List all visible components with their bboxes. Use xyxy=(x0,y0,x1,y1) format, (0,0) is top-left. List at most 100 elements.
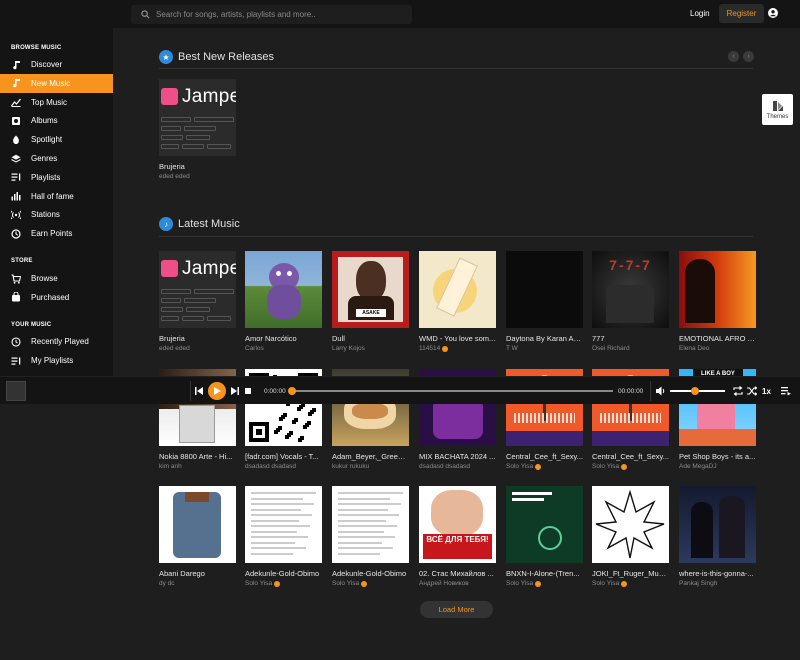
artist-name[interactable]: Solo Yisa xyxy=(506,580,533,588)
sidebar-item-hall-of-fame[interactable]: Hall of fame xyxy=(0,187,113,206)
track-artist[interactable]: dy dc xyxy=(159,580,236,588)
track-title[interactable]: Adam_Beyer,_Green_... xyxy=(332,452,409,461)
playback-rate-button[interactable]: 1x xyxy=(762,387,771,396)
album-art[interactable] xyxy=(679,486,756,563)
sidebar-item-genres[interactable]: Genres xyxy=(0,149,113,168)
track-title[interactable]: Brujeria xyxy=(159,334,236,343)
repeat-icon[interactable] xyxy=(733,386,743,396)
track-artist[interactable]: dsadasd dsadasd xyxy=(245,463,322,471)
user-account-icon[interactable] xyxy=(768,8,778,18)
album-art[interactable] xyxy=(506,486,583,563)
track-artist[interactable]: Ade MegaDJ xyxy=(679,463,756,471)
track-title[interactable]: Central_Cee_ft_Sexy... xyxy=(592,452,669,461)
album-art[interactable] xyxy=(332,486,409,563)
artist-name[interactable]: Elena Deo xyxy=(679,345,709,353)
artist-name[interactable]: dy dc xyxy=(159,580,175,588)
next-icon[interactable] xyxy=(231,387,239,395)
track-title[interactable]: Dull xyxy=(332,334,409,343)
album-art[interactable] xyxy=(506,251,583,328)
music-card[interactable]: Jampea Brujeria eded eded xyxy=(159,251,236,353)
login-link[interactable]: Login xyxy=(690,9,710,18)
track-title[interactable]: where-is-this-gonna-... xyxy=(679,569,756,578)
track-artist[interactable]: eded eded xyxy=(159,345,236,353)
artist-name[interactable]: Solo Yisa xyxy=(592,580,619,588)
music-card[interactable]: JOKI_Ft_Ruger_Mugi... Solo Yisa xyxy=(592,486,669,588)
track-artist[interactable]: Elena Deo xyxy=(679,345,756,353)
sidebar-item-earn-points[interactable]: Earn Points xyxy=(0,224,113,243)
track-artist[interactable]: T W xyxy=(506,345,583,353)
music-card[interactable]: BNXN-I-Alone-(Tren... Solo Yisa xyxy=(506,486,583,588)
music-card[interactable]: 7-7-7 777 Osei Richard xyxy=(592,251,669,353)
album-art[interactable]: Jampea xyxy=(159,79,236,156)
artist-name[interactable]: dsadasd dsadasd xyxy=(419,463,470,471)
artist-name[interactable]: Solo Yisa xyxy=(245,580,272,588)
track-artist[interactable]: Solo Yisa xyxy=(506,463,583,471)
track-artist[interactable]: dsadasd dsadasd xyxy=(419,463,496,471)
track-title[interactable]: Brujeria xyxy=(159,162,236,171)
track-title[interactable]: Pet Shop Boys - its a... xyxy=(679,452,756,461)
artist-name[interactable]: Carlos xyxy=(245,345,264,353)
shuffle-icon[interactable] xyxy=(747,386,757,396)
register-button[interactable]: Register xyxy=(719,4,764,23)
artist-name[interactable]: Solo Yisa xyxy=(592,463,619,471)
artist-name[interactable]: Larry Kojos xyxy=(332,345,365,353)
artist-name[interactable]: kim anh xyxy=(159,463,182,471)
artist-name[interactable]: Андрей Новиков xyxy=(419,580,469,588)
track-title[interactable]: Central_Cee_ft_Sexy... xyxy=(506,452,583,461)
track-artist[interactable]: Osei Richard xyxy=(592,345,669,353)
sidebar-item-spotlight[interactable]: Spotlight xyxy=(0,130,113,149)
track-artist[interactable]: Larry Kojos xyxy=(332,345,409,353)
music-card[interactable]: Abani Darego dy dc xyxy=(159,486,236,588)
album-art[interactable] xyxy=(679,251,756,328)
track-title[interactable]: JOKI_Ft_Ruger_Mugi... xyxy=(592,569,669,578)
carousel-prev-button[interactable]: ‹ xyxy=(728,51,739,62)
sidebar-item-top-music[interactable]: Top Music xyxy=(0,93,113,112)
track-title[interactable]: MIX BACHATA 2024 ... xyxy=(419,452,496,461)
artist-name[interactable]: Ade MegaDJ xyxy=(679,463,717,471)
track-title[interactable]: 777 xyxy=(592,334,669,343)
track-artist[interactable]: Pankaj Singh xyxy=(679,580,756,588)
track-title[interactable]: Adekunle-Gold-Obimo xyxy=(332,569,409,578)
previous-icon[interactable] xyxy=(195,387,203,395)
volume-handle[interactable] xyxy=(690,387,699,395)
track-artist[interactable]: Андрей Новиков xyxy=(419,580,496,588)
sidebar-item-my-playlists[interactable]: My Playlists xyxy=(0,351,113,370)
track-artist[interactable]: kim anh xyxy=(159,463,236,471)
artist-name[interactable]: Pankaj Singh xyxy=(679,580,717,588)
track-title[interactable]: Abani Darego xyxy=(159,569,236,578)
track-title[interactable]: 02. Стас Михайлов ... xyxy=(419,569,496,578)
load-more-button[interactable]: Load More xyxy=(420,601,493,618)
artist-name[interactable]: T W xyxy=(506,345,518,353)
stop-icon[interactable] xyxy=(245,388,251,394)
artist-name[interactable]: eded eded xyxy=(159,345,190,353)
artist-name[interactable]: 114514 xyxy=(419,345,440,353)
music-card[interactable]: where-is-this-gonna-... Pankaj Singh xyxy=(679,486,756,588)
music-card[interactable]: ASAKE Dull Larry Kojos xyxy=(332,251,409,353)
artist-name[interactable]: Osei Richard xyxy=(592,345,630,353)
progress-bar[interactable] xyxy=(292,390,613,392)
track-artist[interactable]: Solo Yisa xyxy=(592,580,669,588)
album-art[interactable]: ВСЁ ДЛЯ ТЕБЯ! xyxy=(419,486,496,563)
sidebar-item-playlists[interactable]: Playlists xyxy=(0,168,113,187)
track-title[interactable]: Nokia 8800 Arte - Hi... xyxy=(159,452,236,461)
artist-name[interactable]: dsadasd dsadasd xyxy=(245,463,296,471)
track-title[interactable]: EMOTIONAL AFRO T... xyxy=(679,334,756,343)
volume-icon[interactable] xyxy=(656,386,666,396)
sidebar-item-new-music[interactable]: New Music xyxy=(0,73,113,93)
play-button[interactable] xyxy=(208,382,226,400)
music-card[interactable]: Adekunle-Gold-Obimo Solo Yisa xyxy=(332,486,409,588)
queue-icon[interactable] xyxy=(781,386,791,396)
track-title[interactable]: WMD - You love som... xyxy=(419,334,496,343)
progress-handle[interactable] xyxy=(288,387,296,395)
best-release-card[interactable]: Jampea Brujeria eded eded xyxy=(159,79,236,181)
sidebar-item-purchased[interactable]: Purchased xyxy=(0,288,113,307)
sidebar-item-albums[interactable]: Albums xyxy=(0,111,113,130)
track-title[interactable]: Adekunle-Gold-Obimo xyxy=(245,569,322,578)
music-card[interactable]: Adekunle-Gold-Obimo Solo Yisa xyxy=(245,486,322,588)
album-art[interactable] xyxy=(245,251,322,328)
music-card[interactable]: EMOTIONAL AFRO T... Elena Deo xyxy=(679,251,756,353)
sidebar-item-recently-played[interactable]: Recently Played xyxy=(0,332,113,351)
music-card[interactable]: Daytona By Karan Au... T W xyxy=(506,251,583,353)
album-art[interactable]: ASAKE xyxy=(332,251,409,328)
track-title[interactable]: Daytona By Karan Au... xyxy=(506,334,583,343)
